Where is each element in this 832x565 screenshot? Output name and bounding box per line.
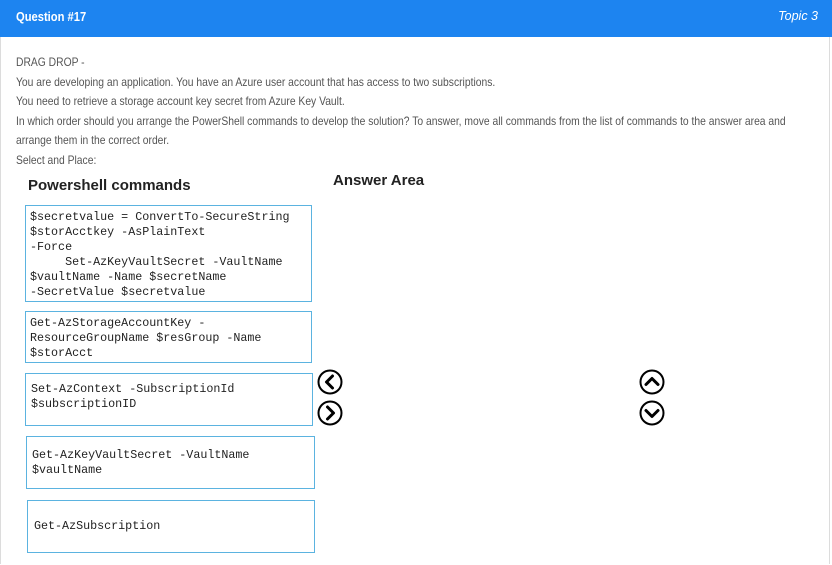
command-item-get-azkeyvaultsecret[interactable]: Get-AzKeyVaultSecret -VaultName $vaultNa…	[26, 436, 315, 489]
question-line: You need to retrieve a storage account k…	[16, 94, 345, 109]
question-header: Question #17 Topic 3	[0, 0, 832, 37]
move-up-button[interactable]	[639, 369, 665, 395]
move-left-button[interactable]	[317, 369, 343, 395]
answer-area-title: Answer Area	[333, 172, 425, 189]
move-right-button[interactable]	[317, 400, 343, 426]
question-number: Question #17	[16, 9, 87, 24]
question-line: In which order should you arrange the Po…	[16, 113, 786, 128]
command-item-set-azcontext[interactable]: Set-AzContext -SubscriptionId $subscript…	[25, 373, 313, 426]
commands-panel-title: Powershell commands	[28, 177, 191, 194]
chevron-left-circle-icon	[317, 369, 343, 395]
topic-label: Topic 3	[778, 9, 818, 23]
question-line: You are developing an application. You h…	[16, 74, 496, 89]
move-down-button[interactable]	[639, 400, 665, 426]
question-line: Select and Place:	[16, 152, 97, 167]
command-item-get-azstorageaccountkey[interactable]: Get-AzStorageAccountKey - ResourceGroupN…	[25, 311, 312, 363]
question-line: arrange them in the correct order.	[16, 133, 170, 148]
chevron-up-circle-icon	[639, 369, 665, 395]
question-line: DRAG DROP -	[16, 55, 85, 69]
command-item-get-azsubscription[interactable]: Get-AzSubscription	[27, 500, 315, 553]
command-item-convertto-securestring[interactable]: $secretvalue = ConvertTo-SecureString $s…	[25, 205, 312, 302]
question-text: DRAG DROP - You are developing an applic…	[16, 53, 816, 171]
chevron-down-circle-icon	[639, 400, 665, 426]
chevron-right-circle-icon	[317, 400, 343, 426]
